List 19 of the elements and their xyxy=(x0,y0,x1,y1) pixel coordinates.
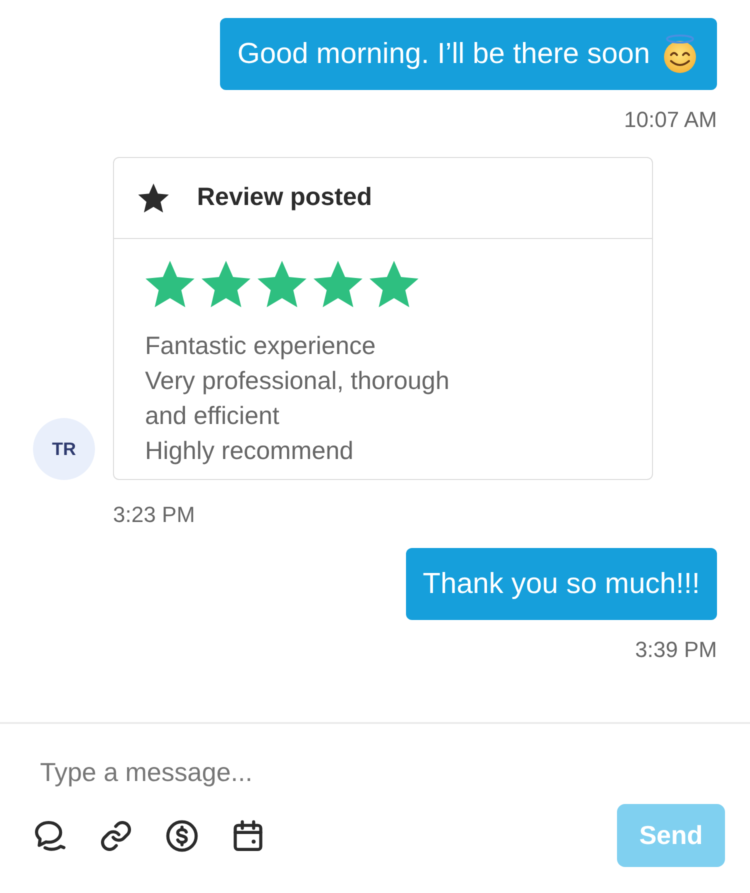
star-icon xyxy=(138,183,169,213)
avatar-initials: TR xyxy=(33,418,95,480)
message-time: 10:07 AM xyxy=(624,107,717,133)
chat-bubbles-icon[interactable] xyxy=(33,818,67,852)
message-input[interactable]: Type a message... xyxy=(40,752,710,792)
message-time: 3:23 PM xyxy=(113,502,195,528)
star-icon xyxy=(145,260,195,308)
star-icon xyxy=(257,260,307,308)
review-title: Review posted xyxy=(197,182,372,214)
star-icon xyxy=(201,260,251,308)
star-icon xyxy=(369,260,419,308)
message-text: Good morning. I’ll be there soon xyxy=(237,37,650,72)
link-icon[interactable] xyxy=(99,818,133,852)
dollar-circle-icon[interactable] xyxy=(165,818,199,852)
review-text: Fantastic experience Very professional, thorough and efficient Highly recommend xyxy=(145,331,450,467)
calendar-icon[interactable] xyxy=(231,818,265,852)
message-text: Thank you so much!!! xyxy=(422,567,700,602)
star-icon xyxy=(313,260,363,308)
message-time: 3:39 PM xyxy=(635,637,717,663)
